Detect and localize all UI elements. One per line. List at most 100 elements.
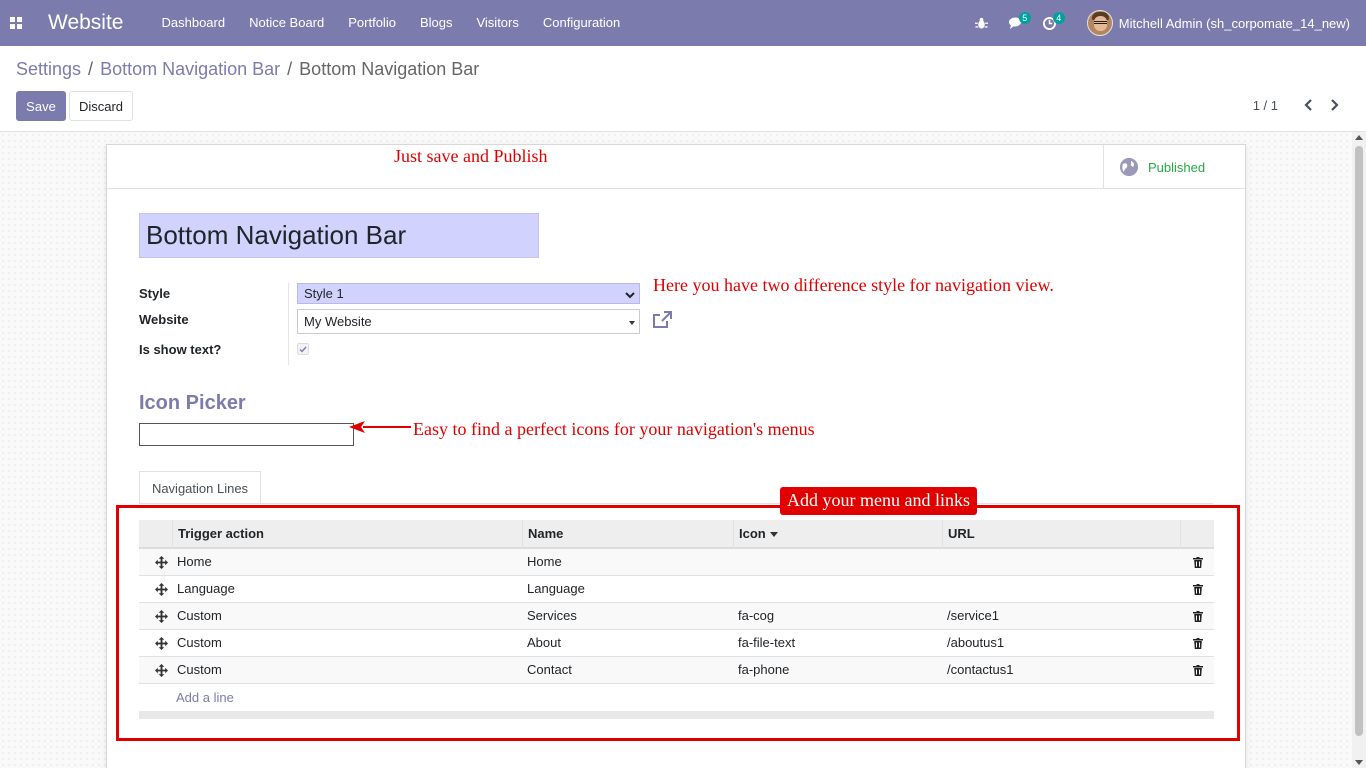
table-header: Trigger action Name Icon URL: [139, 520, 1214, 549]
trash-icon[interactable]: [1181, 630, 1214, 656]
chevron-right-icon[interactable]: [1326, 97, 1342, 113]
navigation-lines-table: Trigger action Name Icon URL Home Home L…: [139, 520, 1214, 719]
user-menu-name[interactable]: Mitchell Admin (sh_corpomate_14_new): [1119, 16, 1350, 31]
table-body: Home Home Language Language Custom Servi…: [139, 549, 1214, 684]
show-text-checkbox[interactable]: [297, 343, 309, 355]
cell-name[interactable]: Language: [523, 576, 734, 602]
cell-url[interactable]: [943, 549, 1181, 575]
trash-icon[interactable]: [1181, 603, 1214, 629]
cell-name[interactable]: Services: [523, 603, 734, 629]
cell-name[interactable]: Home: [523, 549, 734, 575]
show-text-label: Is show text?: [139, 342, 222, 357]
menu-blogs[interactable]: Blogs: [408, 0, 465, 46]
breadcrumb-bottom-nav-list[interactable]: Bottom Navigation Bar: [100, 59, 280, 80]
column-name[interactable]: Name: [523, 520, 734, 549]
scroll-up-arrow-icon[interactable]: [1355, 135, 1363, 140]
record-title-field[interactable]: Bottom Navigation Bar: [139, 213, 539, 258]
cell-icon[interactable]: fa-file-text: [734, 630, 943, 656]
table-row[interactable]: Custom Contact fa-phone /contactus1: [139, 657, 1214, 684]
label-divider: [288, 283, 289, 365]
sort-caret-icon: [769, 532, 778, 538]
tab-divider: [139, 503, 1213, 504]
trash-icon[interactable]: [1181, 576, 1214, 602]
table-row[interactable]: Language Language: [139, 576, 1214, 603]
cell-icon[interactable]: fa-phone: [734, 657, 943, 683]
style-select-value: Style 1: [304, 286, 344, 301]
cell-url[interactable]: /contactus1: [943, 657, 1181, 683]
table-row[interactable]: Custom Services fa-cog /service1: [139, 603, 1214, 630]
column-trigger-action[interactable]: Trigger action: [173, 520, 523, 549]
column-url[interactable]: URL: [943, 520, 1181, 549]
messages-icon[interactable]: 5: [999, 0, 1033, 46]
breadcrumb: Settings / Bottom Navigation Bar / Botto…: [16, 59, 479, 80]
icon-picker-input[interactable]: [139, 423, 354, 446]
globe-icon: [1120, 158, 1138, 176]
published-label: Published: [1148, 159, 1206, 175]
style-select[interactable]: Style 1: [297, 283, 640, 304]
breadcrumb-settings[interactable]: Settings: [16, 59, 81, 80]
website-select[interactable]: My Website: [297, 309, 640, 334]
cell-name[interactable]: Contact: [523, 657, 734, 683]
messages-count-badge: 5: [1018, 12, 1031, 24]
top-navbar: Website Dashboard Notice Board Portfolio…: [0, 0, 1366, 46]
menu-dashboard[interactable]: Dashboard: [153, 0, 237, 46]
annotation-publish: Just save and Publish: [394, 146, 548, 166]
vertical-scrollbar[interactable]: [1352, 132, 1366, 768]
table-row[interactable]: Custom About fa-file-text /aboutus1: [139, 630, 1214, 657]
save-button[interactable]: Save: [16, 91, 66, 121]
cell-url[interactable]: /service1: [943, 603, 1181, 629]
column-icon[interactable]: Icon: [734, 520, 943, 549]
chevron-left-icon[interactable]: [1300, 97, 1316, 113]
control-panel: Settings / Bottom Navigation Bar / Botto…: [0, 46, 1366, 132]
annotation-style: Here you have two difference style for n…: [653, 275, 1054, 295]
published-toggle-button[interactable]: Published: [1103, 145, 1245, 189]
tab-navigation-lines[interactable]: Navigation Lines: [139, 471, 261, 504]
menu-notice-board[interactable]: Notice Board: [237, 0, 336, 46]
cell-trigger-action[interactable]: Custom: [173, 657, 523, 683]
scroll-thumb[interactable]: [1355, 146, 1363, 736]
website-select-value: My Website: [304, 314, 372, 329]
menu-configuration[interactable]: Configuration: [531, 0, 632, 46]
pager-value[interactable]: 1 / 1: [1253, 98, 1278, 113]
handle-column-header: [139, 520, 173, 549]
debug-bug-icon[interactable]: [965, 0, 999, 46]
external-link-icon[interactable]: [652, 311, 672, 332]
app-name[interactable]: Website: [48, 11, 123, 35]
delete-column-header: [1181, 520, 1214, 549]
cell-url[interactable]: [943, 576, 1181, 602]
menu-portfolio[interactable]: Portfolio: [336, 0, 408, 46]
activities-clock-icon[interactable]: 4: [1033, 0, 1067, 46]
apps-menu-icon[interactable]: [0, 0, 32, 46]
activities-count-badge: 4: [1052, 12, 1065, 24]
menu-visitors[interactable]: Visitors: [464, 0, 530, 46]
breadcrumb-separator: /: [88, 59, 94, 79]
drag-handle-icon[interactable]: [139, 576, 173, 602]
discard-button[interactable]: Discard: [69, 91, 133, 121]
breadcrumb-current: Bottom Navigation Bar: [299, 59, 480, 79]
cell-name[interactable]: About: [523, 630, 734, 656]
table-row[interactable]: Home Home: [139, 549, 1214, 576]
drag-handle-icon[interactable]: [139, 630, 173, 656]
cell-trigger-action[interactable]: Custom: [173, 603, 523, 629]
user-avatar[interactable]: [1086, 10, 1113, 36]
dropdown-caret-icon: [629, 321, 635, 325]
cell-trigger-action[interactable]: Custom: [173, 630, 523, 656]
add-a-line-link[interactable]: Add a line: [139, 684, 1214, 711]
trash-icon[interactable]: [1181, 549, 1214, 575]
trash-icon[interactable]: [1181, 657, 1214, 683]
cell-trigger-action[interactable]: Language: [173, 576, 523, 602]
drag-handle-icon[interactable]: [139, 549, 173, 575]
drag-handle-icon[interactable]: [139, 657, 173, 683]
website-label: Website: [139, 312, 189, 327]
style-label: Style: [139, 286, 171, 301]
annotation-icon-picker: Easy to find a perfect icons for your na…: [413, 419, 815, 439]
annotation-lines: Add your menu and links: [780, 487, 977, 515]
cell-trigger-action[interactable]: Home: [173, 549, 523, 575]
drag-handle-icon[interactable]: [139, 603, 173, 629]
cell-icon[interactable]: [734, 549, 943, 575]
cell-icon[interactable]: [734, 576, 943, 602]
cell-icon[interactable]: fa-cog: [734, 603, 943, 629]
scroll-down-arrow-icon[interactable]: [1355, 760, 1363, 765]
cell-url[interactable]: /aboutus1: [943, 630, 1181, 656]
main-menu: Dashboard Notice Board Portfolio Blogs V…: [153, 0, 632, 46]
